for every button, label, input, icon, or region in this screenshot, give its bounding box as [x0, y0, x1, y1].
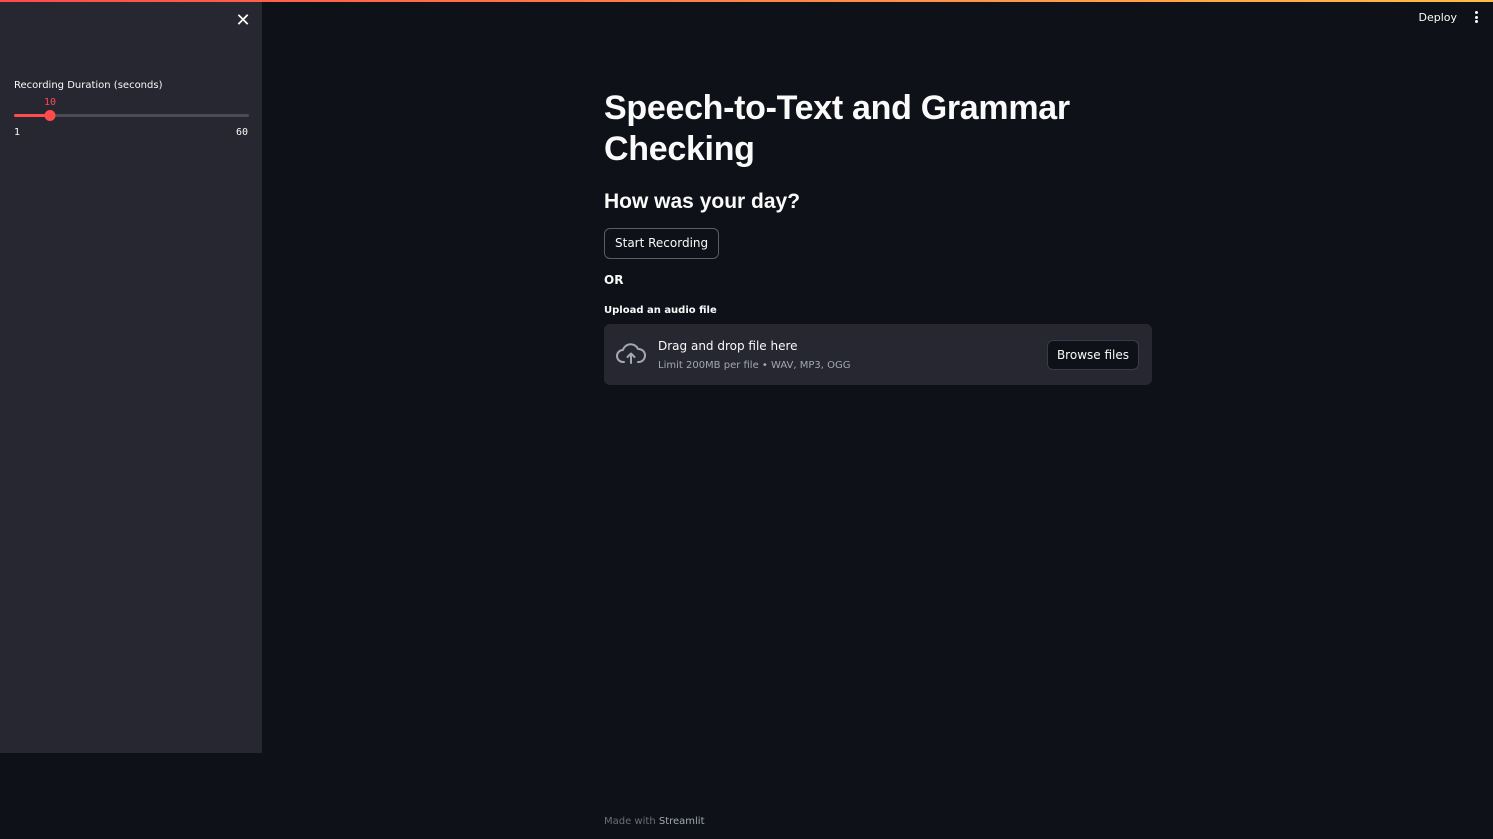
- header-actions: Deploy: [1418, 10, 1481, 24]
- page-title: Speech-to-Text and Grammar Checking: [604, 89, 1070, 168]
- dropzone-title: Drag and drop file here: [658, 339, 798, 353]
- deploy-button[interactable]: Deploy: [1418, 11, 1457, 24]
- slider-current-value: 10: [43, 97, 57, 108]
- file-dropzone[interactable]: Drag and drop file here Limit 200MB per …: [604, 324, 1152, 385]
- cloud-upload-icon: [616, 343, 646, 364]
- sidebar: ✕ Recording Duration (seconds) 10 1 60: [0, 2, 262, 753]
- page-subheader: How was your day?: [604, 190, 801, 213]
- slider-max-label: 60: [236, 127, 249, 138]
- slider-thumb[interactable]: [44, 110, 56, 121]
- main-content: Speech-to-Text and Grammar Checking How …: [604, 88, 1152, 385]
- or-divider-text: OR: [604, 273, 624, 287]
- browse-files-button[interactable]: Browse files: [1046, 340, 1139, 370]
- upload-label: Upload an audio file: [604, 305, 717, 316]
- duration-slider[interactable]: [14, 110, 249, 121]
- streamlit-link[interactable]: Streamlit: [659, 816, 705, 827]
- slider-label: Recording Duration (seconds): [14, 80, 163, 91]
- close-icon[interactable]: ✕: [234, 12, 252, 30]
- footer: Made with Streamlit: [604, 816, 705, 827]
- slider-min-label: 1: [14, 127, 21, 138]
- vertical-ellipsis-icon[interactable]: [1471, 10, 1481, 24]
- start-recording-button[interactable]: Start Recording: [604, 228, 720, 259]
- footer-made-with: Made with: [604, 816, 656, 827]
- dropzone-subtitle: Limit 200MB per file • WAV, MP3, OGG: [658, 360, 851, 371]
